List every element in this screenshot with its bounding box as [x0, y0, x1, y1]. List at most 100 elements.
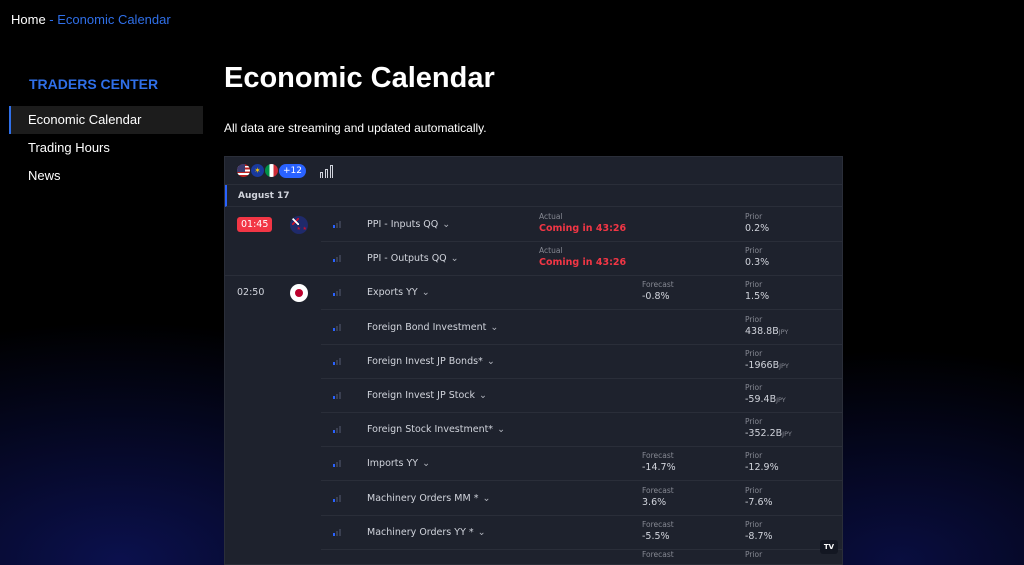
italy-flag-icon	[264, 163, 279, 178]
prior-label: Prior	[745, 485, 763, 495]
sidebar-item-trading-hours[interactable]: Trading Hours	[9, 134, 203, 162]
prior-column: Prior -59.4BJPY	[745, 383, 786, 405]
page-title: Economic Calendar	[224, 62, 495, 94]
event-row[interactable]: PPI - Outputs QQ ⌄ Actual Coming in 43:26 Pr…	[225, 242, 842, 277]
prior-value: -59.4BJPY	[745, 394, 786, 405]
event-name-label: Foreign Invest JP Stock	[367, 390, 476, 401]
forecast-label: Forecast	[642, 519, 674, 529]
importance-icon	[333, 426, 341, 434]
prior-number: -7.6%	[745, 496, 773, 508]
prior-unit: JPY	[779, 361, 789, 370]
prior-label: Prior	[745, 417, 763, 427]
event-name[interactable]: Exports YY ⌄	[367, 287, 430, 298]
sidebar-item-economic-calendar[interactable]: Economic Calendar	[9, 106, 203, 134]
event-name[interactable]: Foreign Invest JP Stock ⌄	[367, 390, 487, 401]
event-name[interactable]: Machinery Orders YY * ⌄	[367, 527, 486, 538]
importance-icon	[333, 460, 341, 468]
prior-number: 0.2%	[745, 223, 770, 234]
event-name[interactable]: PPI - Inputs QQ ⌄	[367, 219, 450, 230]
event-row[interactable]: Imports YY ⌄ Forecast -14.7% Prior -12.9%	[225, 447, 842, 482]
actual-column: Actual Coming in 43:26	[539, 246, 626, 268]
prior-value: -1966BJPY	[745, 360, 789, 371]
actual-label: Actual	[539, 246, 563, 256]
sidebar: TRADERS CENTER Economic Calendar Trading…	[9, 76, 203, 190]
importance-icon	[333, 392, 341, 399]
prior-unit: JPY	[778, 327, 789, 336]
event-name[interactable]: Foreign Stock Investment* ⌄	[367, 424, 505, 435]
event-name[interactable]: Foreign Bond Investment ⌄	[367, 322, 498, 333]
breadcrumb-separator: -	[45, 12, 58, 27]
importance-icon	[333, 323, 341, 331]
event-name-label: Imports YY	[367, 458, 419, 470]
prior-column: Prior 0.3%	[745, 246, 769, 268]
chevron-down-icon: ⌄	[482, 492, 491, 504]
event-name-label: Machinery Orders YY *	[367, 526, 474, 538]
calendar-toolbar: ✶ +12	[225, 157, 842, 185]
forecast-label: Forecast	[642, 485, 674, 495]
prior-unit: JPY	[776, 396, 786, 404]
event-name-label: Foreign Bond Investment	[367, 321, 487, 333]
event-row[interactable]: Machinery Orders MM * ⌄ Forecast 3.6% Prior -…	[225, 482, 842, 516]
event-name[interactable]: PPI - Outputs QQ ⌄	[367, 253, 459, 264]
chevron-down-icon: ⌄	[421, 287, 430, 299]
forecast-label: Forecast	[642, 550, 674, 559]
prior-column: Prior 438.8BJPY	[745, 315, 788, 337]
forecast-value: -0.8%	[642, 291, 670, 303]
actual-value: Coming in 43:26	[539, 223, 627, 234]
sidebar-item-news[interactable]: News	[9, 162, 203, 190]
prior-column: Prior 0.2%	[745, 212, 769, 234]
prior-value: -352.2BJPY	[745, 428, 792, 439]
prior-column: Prior -12.9%	[745, 451, 779, 473]
more-countries-badge: +12	[279, 163, 306, 178]
prior-unit: JPY	[782, 430, 792, 439]
forecast-label: Forecast	[642, 280, 674, 290]
forecast-column: Forecast -0.8%	[642, 280, 674, 302]
prior-value: 0.3%	[745, 257, 769, 268]
event-row[interactable]: Foreign Invest JP Bonds* ⌄ Prior -1966BJPY	[225, 345, 842, 379]
new-zealand-flag-icon	[290, 216, 308, 234]
event-row[interactable]: Foreign Bond Investment ⌄ Prior 438.8BJPY	[225, 311, 842, 345]
prior-label: Prior	[745, 314, 763, 324]
prior-number: -8.7%	[745, 530, 773, 542]
actual-label: Actual	[539, 212, 563, 221]
prior-label: Prior	[745, 451, 763, 461]
event-name[interactable]: Machinery Orders MM * ⌄	[367, 493, 490, 504]
forecast-column: Forecast -5.5%	[642, 520, 674, 542]
prior-label: Prior	[745, 246, 763, 256]
actual-value: Coming in 43:26	[539, 257, 627, 269]
country-filter-button[interactable]: ✶ +12	[236, 163, 306, 178]
prior-column: Prior -1966BJPY	[745, 349, 789, 371]
chevron-down-icon: ⌄	[497, 424, 506, 436]
event-time: 01:45	[237, 217, 273, 232]
prior-number: 438.8B	[745, 325, 779, 337]
event-row-partial: Forecast Prior	[225, 550, 842, 564]
event-row[interactable]: 01:45 PPI - Inputs QQ⌄ Actual Coming in 43:…	[225, 208, 842, 242]
importance-icon	[333, 357, 341, 365]
page-subtitle: All data are streaming and updated autom…	[224, 121, 487, 135]
event-row[interactable]: Foreign Stock Investment* ⌄ Prior -352.2BJP…	[225, 413, 842, 448]
event-row[interactable]: Machinery Orders YY * ⌄ Forecast -5.5% Prior…	[225, 516, 842, 550]
forecast-value: -14.7%	[642, 462, 676, 474]
prior-number: -1966B	[745, 359, 780, 371]
event-time: 02:50	[237, 287, 265, 299]
prior-number: 0.3%	[745, 257, 770, 269]
breadcrumb: Home - Economic Calendar	[11, 12, 171, 27]
importance-icon	[333, 494, 341, 502]
forecast-value: 3.6%	[642, 496, 667, 508]
prior-value: -8.7%	[745, 531, 773, 542]
chevron-down-icon: ⌄	[490, 321, 499, 333]
forecast-column: Forecast	[642, 550, 674, 559]
chevron-down-icon: ⌄	[442, 219, 451, 230]
importance-filter-icon[interactable]	[320, 164, 334, 178]
prior-number: 1.5%	[745, 291, 770, 303]
event-name[interactable]: Foreign Invest JP Bonds* ⌄	[367, 356, 495, 367]
event-name[interactable]: Imports YY ⌄	[367, 458, 430, 469]
event-row[interactable]: 02:50 Exports YY ⌄ Forecast -0.8% Prior 1.5%	[225, 276, 842, 311]
breadcrumb-home-link[interactable]: Home	[11, 12, 46, 27]
prior-label: Prior	[745, 383, 763, 392]
event-row[interactable]: Foreign Invest JP Stock ⌄ Prior -59.4BJPY	[225, 379, 842, 413]
prior-number: -352.2B	[745, 428, 783, 440]
prior-value: -12.9%	[745, 462, 779, 473]
prior-label: Prior	[745, 280, 763, 290]
tradingview-logo[interactable]: TV	[820, 540, 838, 554]
